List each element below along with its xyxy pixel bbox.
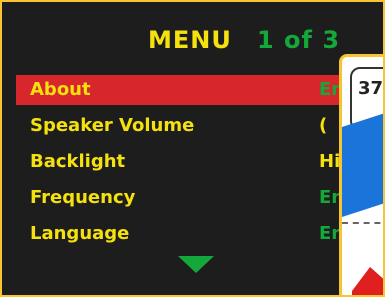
overlay-blue-band	[342, 107, 383, 217]
menu-item-language[interactable]: Language Engl	[16, 219, 376, 249]
overlay-number: 37	[358, 78, 384, 99]
menu-item-value: Hi	[319, 151, 341, 172]
menu-item-label: Language	[30, 223, 130, 244]
menu-item-about[interactable]: About En	[16, 75, 376, 105]
overlay-ruler-ticks	[342, 222, 383, 234]
menu-item-label: Frequency	[30, 187, 136, 208]
menu-title: MENU	[148, 26, 232, 54]
overlay-red-graphic	[352, 267, 383, 295]
menu-item-value: (	[319, 115, 328, 136]
menu-item-label: Speaker Volume	[30, 115, 195, 136]
scroll-down-arrow-icon[interactable]	[178, 256, 214, 273]
page-indicator: 1 of 3	[257, 26, 341, 54]
menu-screen: MENU 1 of 3 About En Speaker Volume ( Ba…	[0, 0, 385, 297]
menu-item-frequency[interactable]: Frequency En	[16, 183, 376, 213]
menu-item-backlight[interactable]: Backlight Hi	[16, 147, 376, 177]
menu-item-label: Backlight	[30, 151, 126, 172]
menu-item-label: About	[30, 79, 91, 100]
overlay-preview-panel: 37	[339, 54, 384, 295]
menu-item-speaker-volume[interactable]: Speaker Volume (	[16, 111, 376, 141]
